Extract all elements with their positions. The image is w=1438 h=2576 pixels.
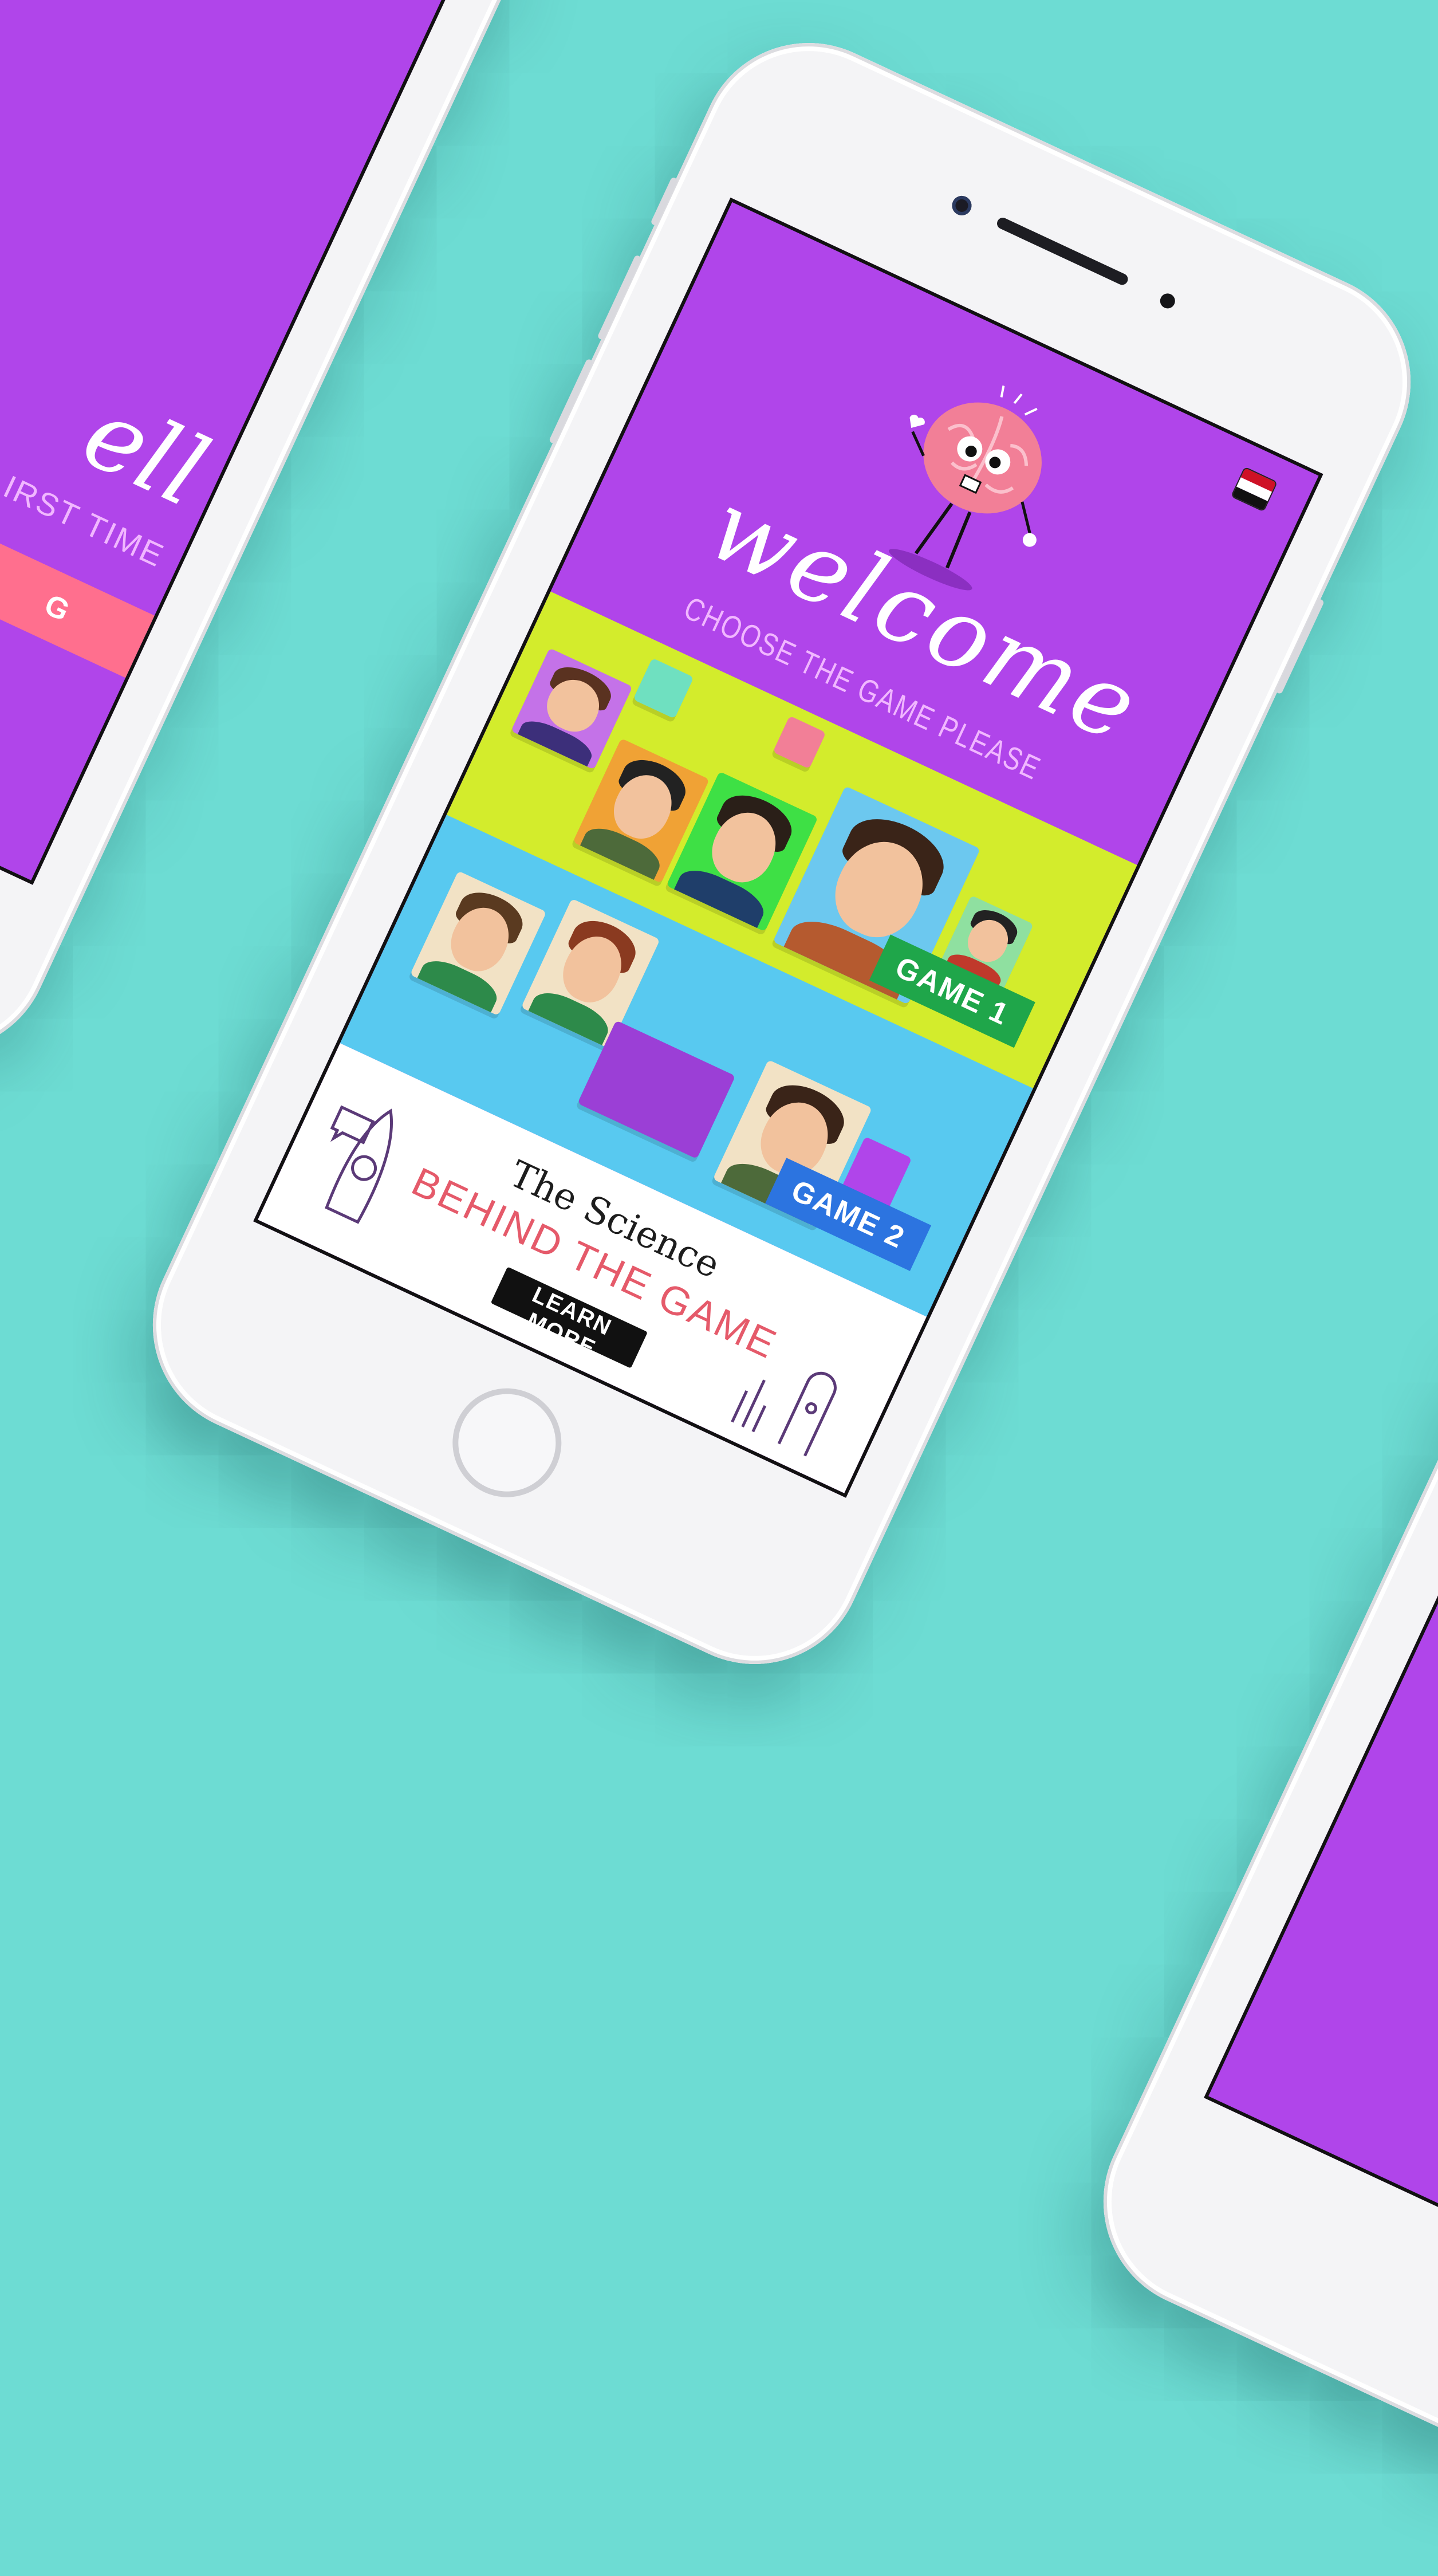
volume-down-button <box>548 358 594 445</box>
silent-switch <box>650 176 679 226</box>
portrait-card <box>409 871 547 1016</box>
portrait-card <box>633 658 694 719</box>
egypt-flag-icon[interactable] <box>1230 466 1278 512</box>
app-screen: welcome CHOOSE THE GAME PLEASE GAME 1 GA… <box>253 197 1323 1498</box>
right-phone-screen <box>1204 1073 1438 2374</box>
home-button[interactable] <box>435 1370 580 1515</box>
proximity-sensor <box>1157 291 1178 311</box>
volume-up-button <box>597 254 642 341</box>
power-button <box>1275 598 1325 695</box>
earpiece-speaker <box>995 215 1130 287</box>
right-phone <box>1067 883 1438 2576</box>
front-camera-icon <box>948 192 975 219</box>
portrait-card <box>773 715 826 769</box>
